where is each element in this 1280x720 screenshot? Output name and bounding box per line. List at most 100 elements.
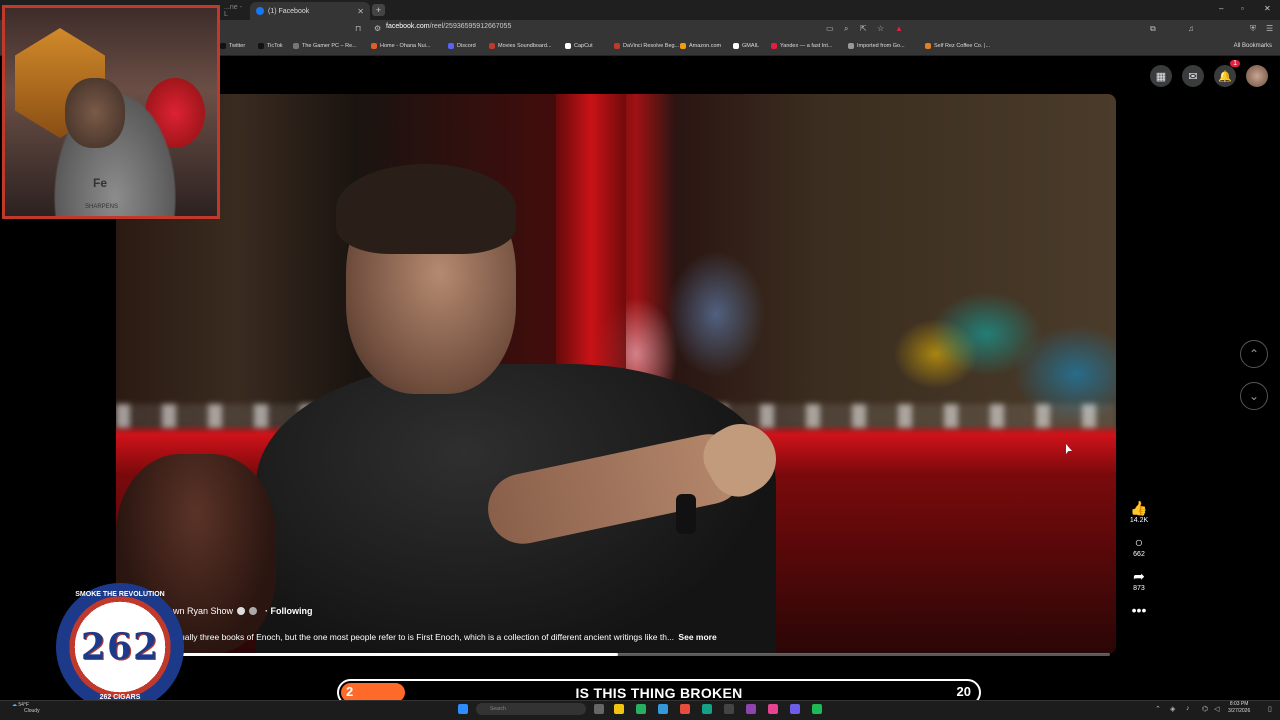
weather-widget[interactable]: ☁ 54°F Cloudy [12,702,40,714]
minimize-icon[interactable]: – [1219,4,1223,13]
bookmark-item[interactable]: Yandex — a fast Int... [771,43,832,49]
bookmark-favicon-icon [371,43,377,49]
zoom-icon[interactable]: ⌕ [844,24,848,34]
logo-top-text: SMOKE THE REVOLUTION [75,591,165,598]
video-speaker [256,164,776,654]
app-icon-7[interactable] [790,704,800,714]
new-tab-button[interactable]: + [372,4,385,16]
extension-icon[interactable]: ▲ [895,24,903,33]
bookmark-favicon-icon [258,43,264,49]
site-info-icon[interactable]: ⚙ [374,24,381,33]
network-icon[interactable]: ⌬ [1202,705,1208,713]
bookmark-icon[interactable]: ☆ [877,24,884,33]
bookmark-item[interactable]: Discord [448,43,476,49]
start-icon[interactable] [458,704,468,714]
notification-center-icon[interactable]: ▯ [1268,705,1272,713]
comment-count: 662 [1133,551,1145,558]
bookmark-label: Twitter [229,43,246,49]
bookmark-label: TicTok [267,43,283,49]
bookmark-star-icon[interactable]: ⊓ [355,24,361,33]
close-tab-icon[interactable]: ✕ [357,7,364,16]
tray-icon[interactable]: ◈ [1170,705,1175,713]
reel-video[interactable] [116,94,1116,654]
taskbar-clock[interactable]: 8:03 PM 3/27/2026 [1228,701,1250,715]
clock-date: 3/27/2026 [1228,708,1251,714]
bookmark-favicon-icon [448,43,454,49]
bookmark-item[interactable]: Movies Soundboard... [489,43,552,49]
bookmark-item[interactable]: DaVinci Resolve Beg... [614,43,679,49]
poll-title: IS THIS THING BROKEN [575,685,743,701]
bookmark-label: Self Rez Coffee Co. |... [934,43,991,49]
search-placeholder: Search [490,706,506,712]
taskbar-search[interactable]: Search [476,703,586,715]
cast-icon[interactable]: ▭ [826,24,834,33]
bookmark-label: Movies Soundboard... [498,43,552,49]
reel-author: wn Ryan Show · Following [173,606,313,616]
app-icon-6[interactable] [768,704,778,714]
verified-icon [237,607,246,615]
bookmark-item[interactable]: The Gamer PC – Re... [293,43,357,49]
weather-desc: Cloudy [24,708,40,714]
volume-icon[interactable]: ◁ [1214,705,1219,713]
bookmark-item[interactable]: GMAIL [733,43,759,49]
menu-grid-icon[interactable]: ▦ [1150,65,1172,87]
menu-icon[interactable]: ☰ [1266,24,1273,33]
account-avatar[interactable] [1246,65,1268,87]
bookmark-item[interactable]: Twitter [220,43,245,49]
thumbs-up-icon: 👍 [1130,500,1148,516]
bookmark-label: Home - Ohana Nui... [380,43,431,49]
bookmark-favicon-icon [489,43,495,49]
comment-button[interactable]: ○ 662 [1133,534,1145,558]
app-icon[interactable] [658,704,668,714]
like-button[interactable]: 👍 14.2K [1130,500,1148,524]
maximize-icon[interactable]: ▫ [1241,4,1244,13]
webcam-shirt-text: Fe [93,176,108,190]
extensions-puzzle-icon[interactable]: ⧉ [1150,24,1156,34]
facebook-icon [256,7,264,15]
bookmark-item[interactable]: TicTok [258,43,283,49]
mic-icon[interactable]: ♪ [1186,705,1190,712]
shield-icon[interactable]: ⛨ [1250,24,1256,34]
tab-facebook[interactable]: (1) Facebook ✕ [250,2,370,20]
bookmark-item[interactable]: Self Rez Coffee Co. |... [925,43,990,49]
following-button[interactable]: · Following [265,606,313,616]
bookmark-label: DaVinci Resolve Beg... [623,43,680,49]
share-button[interactable]: ➦ 873 [1133,568,1145,592]
tray-chevron-icon[interactable]: ⌃ [1155,705,1161,713]
see-more-link[interactable]: See more [678,632,716,642]
chevron-up-icon: ⌃ [1248,347,1260,361]
bookmark-item[interactable]: Amazon.com [680,43,721,49]
messenger-icon[interactable]: ✉ [1182,65,1204,87]
bookmark-label: CapCut [574,43,593,49]
globe-icon [249,607,258,615]
task-view-icon[interactable] [594,704,604,714]
video-progress-fill [182,653,619,656]
bookmark-label: The Gamer PC – Re... [302,43,357,49]
video-progress-bar[interactable] [182,653,1110,656]
chrome-icon[interactable] [636,704,646,714]
bookmark-item[interactable]: CapCut [565,43,593,49]
app-icon-5[interactable] [746,704,756,714]
app-icon-2[interactable] [680,704,690,714]
all-bookmarks-button[interactable]: All Bookmarks [1234,43,1272,49]
more-options-button[interactable]: ••• [1132,602,1147,618]
url-field[interactable]: facebook.com/reel/25936595912667055 [386,23,511,30]
share-icon[interactable]: ⇱ [860,24,867,33]
bookmark-item[interactable]: Home - Ohana Nui... [371,43,430,49]
notifications-icon[interactable]: 🔔 1 [1214,60,1240,87]
next-reel-button[interactable]: ⌄ [1240,382,1268,410]
media-icon[interactable]: ♫ [1188,24,1194,33]
author-name[interactable]: wn Ryan Show [173,606,233,616]
bookmark-label: Discord [457,43,476,49]
spotify-icon[interactable] [812,704,822,714]
window-close-icon[interactable]: ✕ [1264,4,1271,13]
bookmark-item[interactable]: Imported from Go... [848,43,905,49]
app-icon-4[interactable] [724,704,734,714]
url-path: /reel/25936595912667055 [429,23,512,30]
file-explorer-icon[interactable] [614,704,624,714]
tab-previous[interactable]: ...ne - L [218,2,248,20]
chevron-down-icon: ⌄ [1248,389,1260,403]
app-icon-3[interactable] [702,704,712,714]
previous-reel-button[interactable]: ⌃ [1240,340,1268,368]
poll-right-count: 20 [956,684,971,699]
